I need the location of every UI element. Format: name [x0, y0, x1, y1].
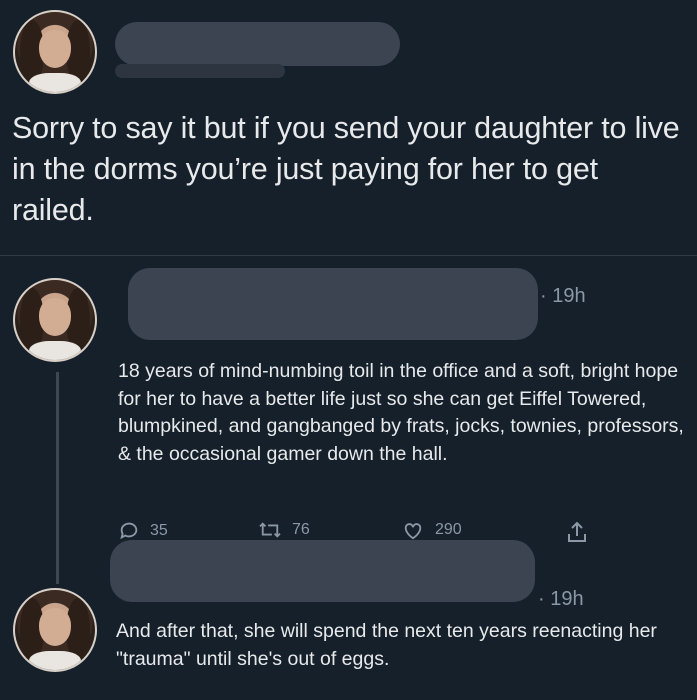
- avatar[interactable]: [13, 278, 97, 362]
- divider: [0, 255, 697, 256]
- retweet-button[interactable]: 76: [258, 520, 310, 540]
- redacted-name-block: [128, 268, 538, 340]
- reply-count: 35: [150, 522, 168, 539]
- retweet-count: 76: [292, 521, 310, 538]
- redacted-name-block: [110, 540, 535, 602]
- reply-text: 18 years of mind-numbing toil in the off…: [118, 360, 684, 465]
- retweet-icon: [258, 520, 282, 540]
- like-button[interactable]: 290: [401, 520, 462, 540]
- timestamp[interactable]: · 19h: [538, 588, 584, 611]
- reply-text: And after that, she will spend the next …: [116, 620, 657, 670]
- avatar[interactable]: [13, 10, 97, 94]
- like-count: 290: [435, 521, 462, 538]
- heart-icon: [401, 520, 425, 540]
- thread-line: [56, 372, 59, 584]
- tweet-text: Sorry to say it but if you send your dau…: [12, 111, 680, 227]
- share-button[interactable]: [566, 520, 588, 544]
- reply-button[interactable]: 35: [118, 520, 168, 542]
- reply-icon: [118, 520, 140, 542]
- share-icon: [566, 520, 588, 544]
- redacted-handle-block: [115, 64, 285, 78]
- avatar[interactable]: [13, 588, 97, 672]
- redacted-name-block: [115, 22, 400, 66]
- timestamp[interactable]: · 19h: [540, 285, 586, 308]
